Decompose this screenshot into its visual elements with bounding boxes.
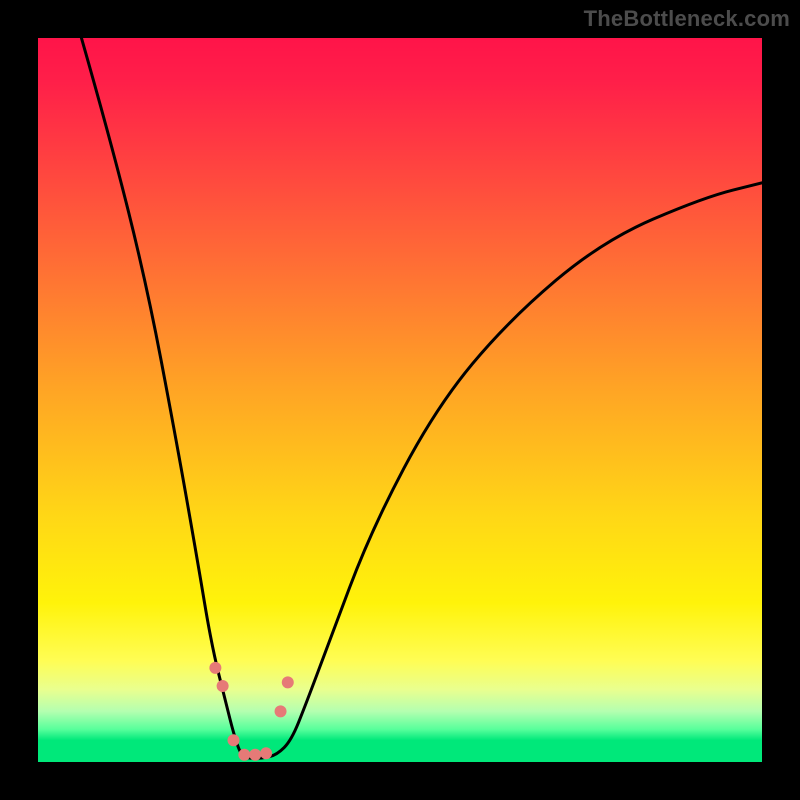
marker-point <box>282 676 294 688</box>
marker-point <box>217 680 229 692</box>
marker-point <box>209 662 221 674</box>
marker-point <box>249 749 261 761</box>
marker-point <box>238 749 250 761</box>
watermark-text: TheBottleneck.com <box>584 6 790 32</box>
marker-point <box>227 734 239 746</box>
bottleneck-curve <box>81 38 762 758</box>
plot-area <box>38 38 762 762</box>
chart-svg <box>38 38 762 762</box>
marker-point <box>275 705 287 717</box>
chart-frame: TheBottleneck.com <box>0 0 800 800</box>
scatter-markers <box>209 662 293 761</box>
marker-point <box>260 747 272 759</box>
